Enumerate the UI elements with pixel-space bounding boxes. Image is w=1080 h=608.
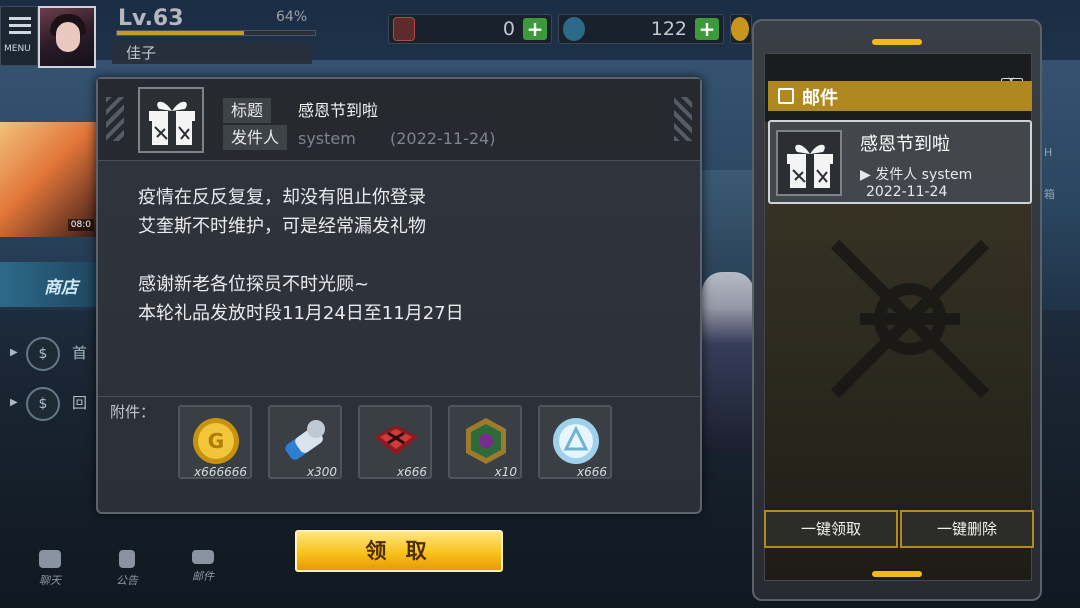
attachment-item[interactable]: x10 [448, 405, 522, 479]
add-stamina-button[interactable]: + [523, 18, 547, 40]
diamond-resource: 122 + [558, 14, 724, 44]
mail-sender: system [298, 129, 356, 148]
attachment-qty: x666666 [194, 465, 247, 479]
attachment-item[interactable]: x666 [358, 405, 432, 479]
gift-icon [776, 130, 842, 196]
event-banner[interactable]: 08:0 [0, 122, 96, 237]
xp-progress-bar [116, 30, 316, 36]
add-diamond-button[interactable]: + [695, 18, 719, 40]
chat-label: 聊天 [39, 574, 61, 587]
announcement-icon [119, 550, 135, 568]
side-arrow-icon: ▶ [10, 397, 18, 408]
mail-subject: 感恩节到啦 [298, 101, 379, 120]
stamina-ticket-icon [285, 420, 325, 460]
mail-label: 邮件 [192, 570, 214, 583]
sender-tag: 发件人 [223, 125, 288, 150]
phone-speaker [872, 39, 922, 45]
menu-button[interactable]: MENU [0, 6, 38, 66]
announcement-label: 公告 [116, 574, 138, 587]
attachments-label: 附件： [110, 403, 156, 421]
decorative-stripes [106, 97, 124, 141]
shop-bar[interactable]: 商店 [0, 262, 96, 307]
attachment-qty: x300 [306, 465, 337, 479]
right-edge-label: H [1044, 146, 1053, 159]
attachment-item[interactable]: x666 [538, 405, 612, 479]
mail-item-sender: ▶ 发件人 system [860, 167, 973, 183]
mail-item-date: 2022-11-24 [866, 184, 948, 200]
mail-nav[interactable]: 邮件 [183, 550, 223, 584]
mailbox-panel: 邮件 感恩节到啦 ▶ 发件人 system 2022-11-24 一键领取 一键… [752, 19, 1042, 601]
mail-icon [192, 550, 214, 564]
attachment-item[interactable]: x300 [268, 405, 342, 479]
stamina-icon [393, 17, 415, 41]
attachment-item[interactable]: G x666666 [178, 405, 252, 479]
right-edge-menu: H 箱 [1040, 120, 1080, 240]
attachment-divider [98, 396, 700, 397]
mail-body-line: 疫情在反反复复，却没有阻止你登录 [138, 187, 426, 208]
side-button-label: 回 [72, 394, 88, 412]
gold-coin-icon: G [193, 418, 239, 464]
diamond-value: 122 [650, 18, 687, 40]
mail-body-line: 感谢新老各位探员不时光顾~ [138, 274, 370, 295]
avatar-face [56, 22, 80, 52]
hamburger-icon [9, 17, 31, 38]
subject-tag: 标题 [223, 98, 272, 123]
right-edge-label: 箱 [1044, 188, 1055, 201]
player-name: 佳子 [112, 42, 312, 64]
shop-label: 商店 [44, 278, 78, 298]
mailbox-title: 邮件 [802, 88, 838, 109]
mail-body-line: 艾奎斯不时维护，可是经常漏发礼物 [138, 216, 426, 237]
announcement-nav[interactable]: 公告 [107, 550, 147, 588]
mailbox-icon [778, 88, 794, 104]
mail-header: 标题 感恩节到啦 发件人 system (2022-11-24) [98, 79, 700, 161]
money-bag-icon: $ [26, 337, 60, 371]
attachment-qty: x10 [494, 465, 517, 479]
chat-nav[interactable]: 聊天 [30, 550, 70, 588]
green-medal-icon [466, 418, 506, 464]
gift-icon [138, 87, 204, 153]
player-avatar[interactable] [38, 6, 96, 68]
mail-body-line: 本轮礼品发放时段11月24日至11月27日 [138, 303, 464, 324]
menu-label: MENU [4, 44, 31, 54]
mail-body: 疫情在反反复复，却没有阻止你登录 艾奎斯不时维护，可是经常漏发礼物 感谢新老各位… [138, 183, 678, 328]
crystal-coin-icon [553, 418, 599, 464]
player-level: Lv.63 [118, 6, 184, 31]
phone-home-indicator [872, 571, 922, 577]
attachment-qty: x666 [396, 465, 427, 479]
banner-time: 08:0 [67, 219, 94, 231]
gold-resource [730, 14, 752, 44]
claim-button[interactable]: 领 取 [295, 530, 503, 572]
mail-list-item[interactable]: 感恩节到啦 ▶ 发件人 system 2022-11-24 [768, 120, 1032, 204]
claim-all-button[interactable]: 一键领取 [764, 510, 898, 548]
character-silhouette [702, 272, 754, 452]
side-button-1[interactable]: ▶ $ 首 [6, 334, 96, 376]
mail-item-subject: 感恩节到啦 [860, 134, 950, 155]
stamina-value: 0 [502, 18, 515, 40]
mail-date: (2022-11-24) [390, 129, 496, 148]
side-arrow-icon: ▶ [10, 347, 18, 358]
money-bag-icon: $ [26, 387, 60, 421]
gold-icon [731, 17, 749, 41]
delete-all-button[interactable]: 一键删除 [900, 510, 1034, 548]
side-button-2[interactable]: ▶ $ 回 [6, 384, 96, 426]
xp-progress-fill [117, 31, 244, 35]
red-chip-icon [374, 425, 418, 455]
chat-icon [39, 550, 61, 568]
emblem-watermark-icon [830, 239, 990, 399]
stamina-resource: 0 + [388, 14, 552, 44]
mail-detail-panel: 标题 感恩节到啦 发件人 system (2022-11-24) 疫情在反反复复… [96, 77, 702, 514]
svg-text:G: G [208, 429, 224, 453]
decorative-stripes [674, 97, 692, 141]
mailbox-title-bar: 邮件 [768, 81, 1032, 111]
attachment-qty: x666 [576, 465, 607, 479]
level-progress-text: 64% [276, 9, 308, 25]
side-button-label: 首 [72, 344, 88, 362]
diamond-icon [563, 17, 585, 41]
